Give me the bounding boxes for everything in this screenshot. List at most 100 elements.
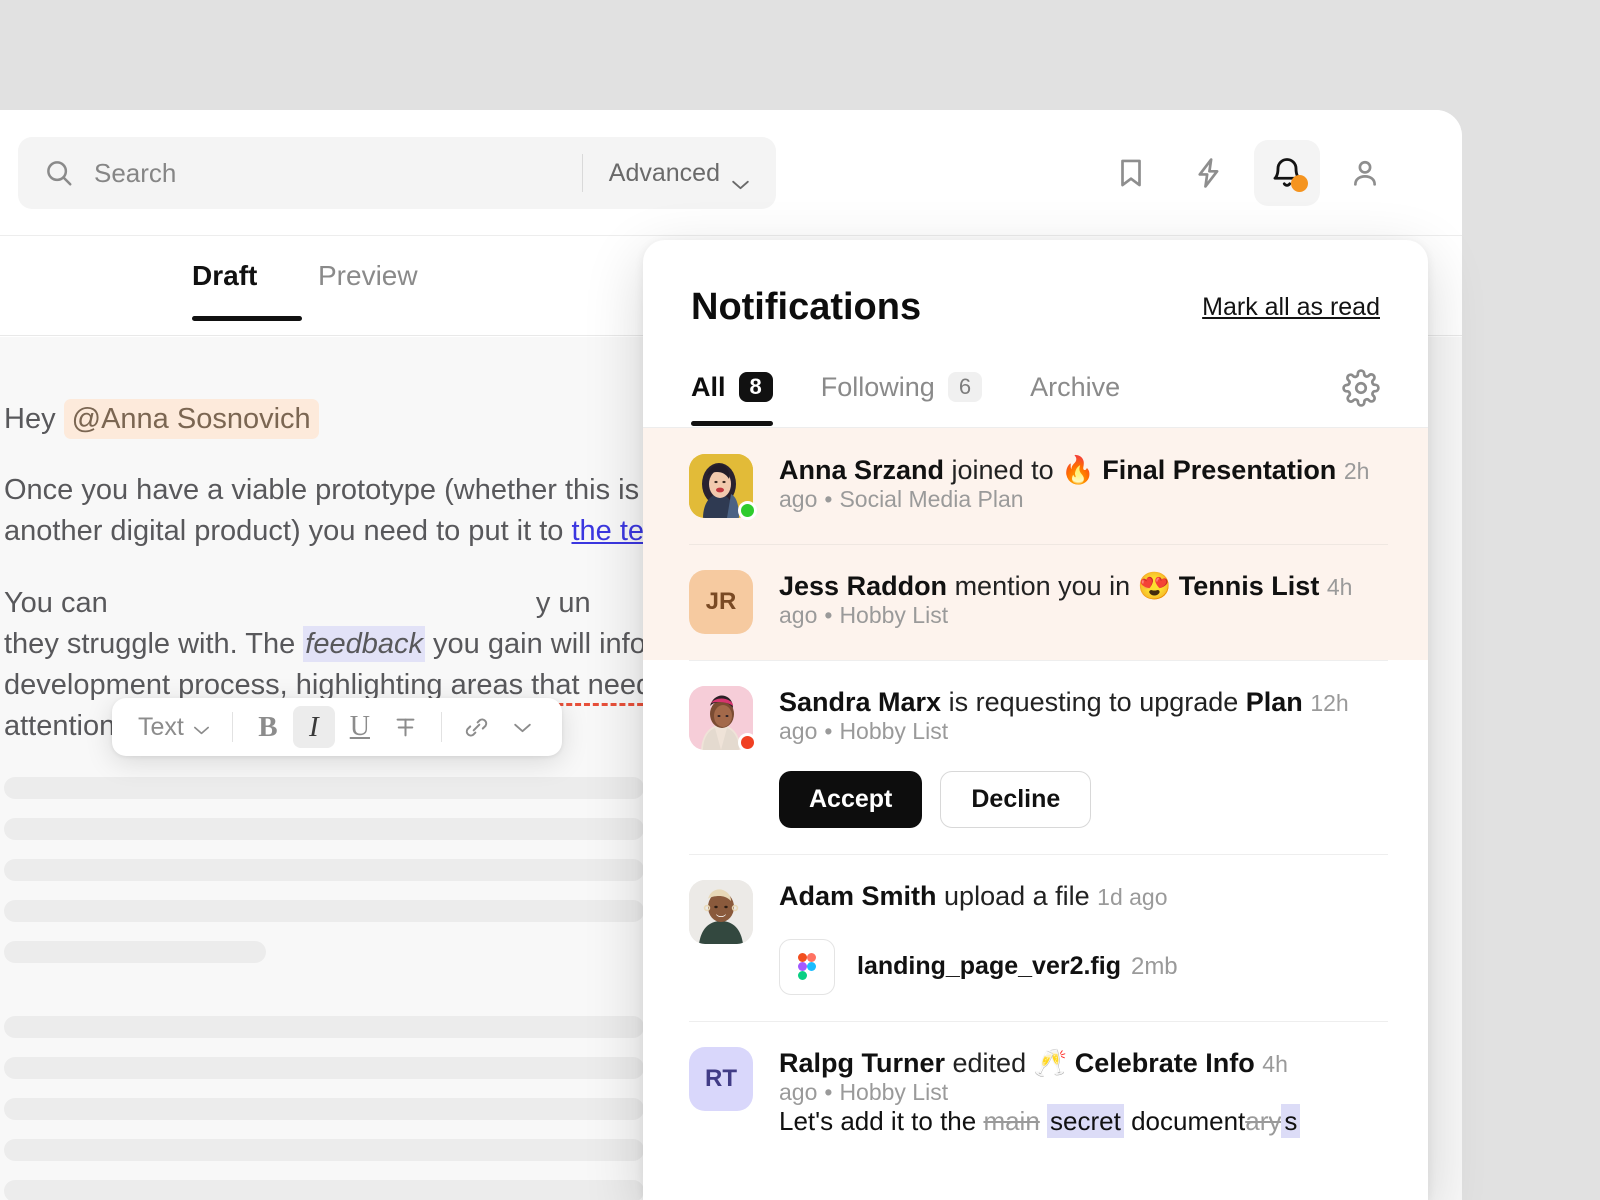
- toolbar-divider: [232, 712, 233, 742]
- search-bar[interactable]: Advanced: [18, 137, 776, 209]
- mark-all-as-read-button[interactable]: Mark all as read: [1202, 293, 1380, 322]
- actor-name: Ralpg Turner: [779, 1048, 945, 1078]
- presence-dot-online: [738, 501, 757, 520]
- notification-quote: Let's add it to the main secret document…: [779, 1106, 1300, 1136]
- notification-body: Jess Raddon mention you in 😍 Tennis List…: [779, 570, 1380, 634]
- notification-item[interactable]: JR Jess Raddon mention you in 😍 Tennis L…: [643, 544, 1428, 660]
- mention-chip[interactable]: @Anna Sosnovich: [64, 399, 319, 439]
- quote-part-b: document: [1124, 1106, 1245, 1136]
- italic-button[interactable]: I: [293, 706, 335, 748]
- quote-part-a: Let's add it to the: [779, 1106, 983, 1136]
- notifications-title: Notifications: [691, 286, 921, 329]
- greeting-text: Hey: [4, 403, 64, 435]
- action-text: upload a file: [937, 881, 1090, 911]
- figma-icon: [779, 939, 835, 995]
- tab-all[interactable]: All 8: [691, 372, 773, 425]
- notification-text: Adam Smith upload a file: [779, 881, 1097, 911]
- search-icon: [44, 158, 74, 188]
- advanced-label: Advanced: [609, 159, 720, 188]
- target-name: Tennis List: [1171, 571, 1319, 601]
- notifications-bell-icon[interactable]: [1254, 140, 1320, 206]
- context-label: Hobby List: [839, 602, 948, 628]
- underline-button[interactable]: U: [339, 706, 381, 748]
- advanced-dropdown[interactable]: Advanced: [583, 137, 776, 209]
- skeleton-line: [4, 900, 644, 922]
- avatar: [689, 880, 753, 944]
- paragraph-2-line-2-a: they struggle with. The: [4, 628, 303, 660]
- gear-icon[interactable]: [1342, 369, 1380, 407]
- notification-body: Adam Smith upload a file 1d ago: [779, 880, 1380, 994]
- bold-button[interactable]: B: [247, 706, 289, 748]
- paragraph-2-line-3-a: development process, highlighting: [4, 669, 451, 701]
- notifications-header: Notifications Mark all as read: [643, 240, 1428, 329]
- tab-following-label: Following: [821, 372, 935, 403]
- paragraph-2-line-1-a: You can: [4, 587, 116, 619]
- target-name: Final Presentation: [1095, 455, 1337, 485]
- emoji-champagne: 🥂: [1034, 1048, 1068, 1078]
- file-attachment[interactable]: landing_page_ver2.fig 2mb: [779, 939, 1380, 995]
- notification-item[interactable]: Anna Srzand joined to 🔥 Final Presentati…: [643, 428, 1428, 544]
- tab-all-label: All: [691, 372, 726, 403]
- notifications-tabs: All 8 Following 6 Archive: [643, 369, 1428, 428]
- notification-text: Jess Raddon mention you in 😍 Tennis List: [779, 571, 1327, 601]
- chevron-down-icon: [731, 168, 750, 179]
- actor-name: Jess Raddon: [779, 571, 947, 601]
- notification-body: Sandra Marx is requesting to upgrade Pla…: [779, 686, 1380, 828]
- notification-badge-dot: [1291, 175, 1308, 192]
- tab-following[interactable]: Following 6: [821, 372, 982, 425]
- actor-name: Sandra Marx: [779, 687, 941, 717]
- avatar-image: [689, 880, 753, 944]
- skeleton-line: [4, 1016, 644, 1038]
- file-size: 2mb: [1131, 953, 1178, 980]
- target-name: Celebrate Info: [1067, 1048, 1255, 1078]
- paragraph-1-line-1: Once you have a viable prototype (whethe…: [4, 474, 671, 506]
- context-label: Hobby List: [839, 718, 948, 744]
- skeleton-line: [4, 1139, 644, 1161]
- notification-meta: 1d ago: [1097, 884, 1167, 910]
- quote-struck-text-2: ary: [1245, 1106, 1281, 1136]
- context-label: Social Media Plan: [839, 486, 1023, 512]
- skeleton-line: [4, 1057, 644, 1079]
- paragraph-1-line-2: another digital product) you need to put…: [4, 515, 571, 547]
- tab-archive-label: Archive: [1030, 372, 1120, 403]
- text-style-dropdown[interactable]: Text: [130, 706, 218, 748]
- tab-draft[interactable]: Draft: [192, 260, 257, 292]
- skeleton-line: [4, 818, 644, 840]
- tab-all-count: 8: [739, 372, 773, 402]
- skeleton-line: [4, 1180, 644, 1200]
- action-text: is requesting to upgrade: [941, 687, 1246, 717]
- lightning-icon[interactable]: [1176, 140, 1242, 206]
- target-name: Plan: [1246, 687, 1303, 717]
- avatar-initials: JR: [689, 570, 753, 634]
- skeleton-line: [4, 1098, 644, 1120]
- bookmark-icon[interactable]: [1098, 140, 1164, 206]
- tab-archive[interactable]: Archive: [1030, 372, 1120, 425]
- notification-item[interactable]: Sandra Marx is requesting to upgrade Pla…: [643, 660, 1428, 854]
- search-input[interactable]: [94, 158, 582, 189]
- paragraph-2-line-2-b: you gain will inform: [425, 628, 680, 660]
- active-tab-indicator: [192, 316, 302, 321]
- file-label: landing_page_ver2.fig 2mb: [857, 952, 1178, 981]
- presence-dot-busy: [738, 733, 757, 752]
- action-text: joined to: [944, 455, 1061, 485]
- notification-item[interactable]: Adam Smith upload a file 1d ago: [643, 854, 1428, 1020]
- file-name: landing_page_ver2.fig: [857, 952, 1121, 980]
- user-account-icon[interactable]: [1332, 140, 1398, 206]
- notification-body: Ralpg Turner edited 🥂 Celebrate Info 4h …: [779, 1047, 1380, 1137]
- italic-highlight-feedback[interactable]: feedback: [303, 626, 425, 662]
- chevron-down-icon: [193, 713, 210, 742]
- text-format-toolbar: Text B I U: [112, 698, 562, 756]
- avatar: [689, 686, 753, 750]
- link-icon[interactable]: [456, 706, 498, 748]
- toolbar-divider: [441, 712, 442, 742]
- accept-button[interactable]: Accept: [779, 771, 922, 828]
- decline-button[interactable]: Decline: [940, 771, 1091, 828]
- toolbar-more-chevron-down-icon[interactable]: [502, 706, 544, 748]
- avatar-initials: RT: [689, 1047, 753, 1111]
- strikethrough-button[interactable]: [385, 706, 427, 748]
- notifications-dropdown-panel: Notifications Mark all as read All 8 Fol…: [643, 240, 1428, 1200]
- notification-item[interactable]: RT Ralpg Turner edited 🥂 Celebrate Info …: [643, 1021, 1428, 1163]
- skeleton-line: [4, 859, 644, 881]
- action-text: mention you in: [947, 571, 1138, 601]
- tab-preview[interactable]: Preview: [318, 260, 418, 292]
